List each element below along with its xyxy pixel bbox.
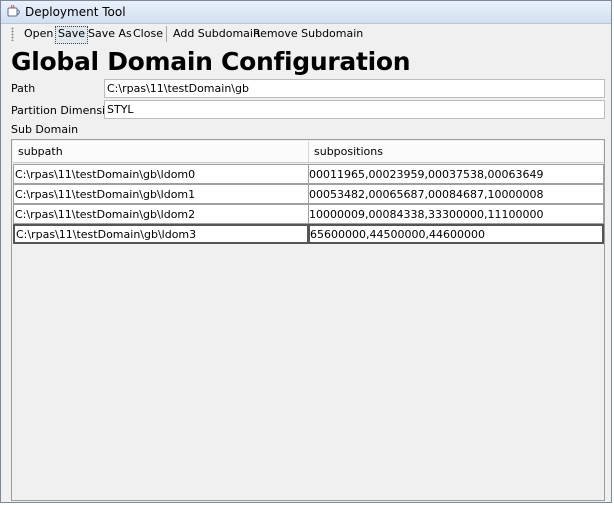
subpositions-cell[interactable]: 00011965,00023959,00037538,00063649 xyxy=(308,164,604,184)
save-as-button[interactable]: Save As xyxy=(86,26,134,42)
column-header-subpositions[interactable]: subpositions xyxy=(309,141,603,162)
partition-dimension-label: Partition Dimension xyxy=(11,104,119,117)
java-app-icon xyxy=(7,5,20,17)
subpath-cell[interactable]: C:\rpas\11\testDomain\gb\ldom0 xyxy=(13,164,309,184)
close-button[interactable]: Close xyxy=(131,26,165,42)
column-header-subpath[interactable]: subpath xyxy=(13,141,309,162)
subpath-cell[interactable]: C:\rpas\11\testDomain\gb\ldom2 xyxy=(13,204,309,224)
app-window: Deployment Tool Open Save Save As Close … xyxy=(0,0,612,503)
subpositions-cell[interactable]: 10000009,00084338,33300000,11100000 xyxy=(308,204,604,224)
subpath-cell[interactable]: C:\rpas\11\testDomain\gb\ldom3 xyxy=(13,224,309,244)
subpath-cell[interactable]: C:\rpas\11\testDomain\gb\ldom1 xyxy=(13,184,309,204)
path-field[interactable]: C:\rpas\11\testDomain\gb xyxy=(104,79,605,98)
sub-domain-label: Sub Domain xyxy=(11,123,79,136)
remove-subdomain-button[interactable]: Remove Subdomain xyxy=(251,26,365,42)
subpositions-cell[interactable]: 00053482,00065687,00084687,10000008 xyxy=(308,184,604,204)
open-button[interactable]: Open xyxy=(22,26,55,42)
table-row[interactable]: C:\rpas\11\testDomain\gb\ldom2 10000009,… xyxy=(13,204,604,224)
partition-dimension-field[interactable]: STYL xyxy=(104,100,605,119)
table-header: subpath subpositions xyxy=(13,141,603,163)
table-row-selected[interactable]: C:\rpas\11\testDomain\gb\ldom3 65600000,… xyxy=(13,224,604,244)
add-subdomain-button[interactable]: Add Subdomain xyxy=(171,26,262,42)
toolbar: Open Save Save As Close Add Subdomain Re… xyxy=(9,25,611,44)
page-title: Global Domain Configuration xyxy=(11,47,411,76)
toolbar-grip[interactable] xyxy=(11,27,14,41)
table-row[interactable]: C:\rpas\11\testDomain\gb\ldom1 00053482,… xyxy=(13,184,604,204)
title-bar[interactable]: Deployment Tool xyxy=(1,1,611,24)
window-title: Deployment Tool xyxy=(25,5,126,19)
save-button[interactable]: Save xyxy=(55,26,89,44)
table-row[interactable]: C:\rpas\11\testDomain\gb\ldom0 00011965,… xyxy=(13,164,604,184)
subpositions-cell[interactable]: 65600000,44500000,44600000 xyxy=(308,224,604,244)
path-label: Path xyxy=(11,82,36,95)
subdomain-table[interactable]: subpath subpositions C:\rpas\11\testDoma… xyxy=(11,139,605,501)
toolbar-separator xyxy=(166,26,167,42)
